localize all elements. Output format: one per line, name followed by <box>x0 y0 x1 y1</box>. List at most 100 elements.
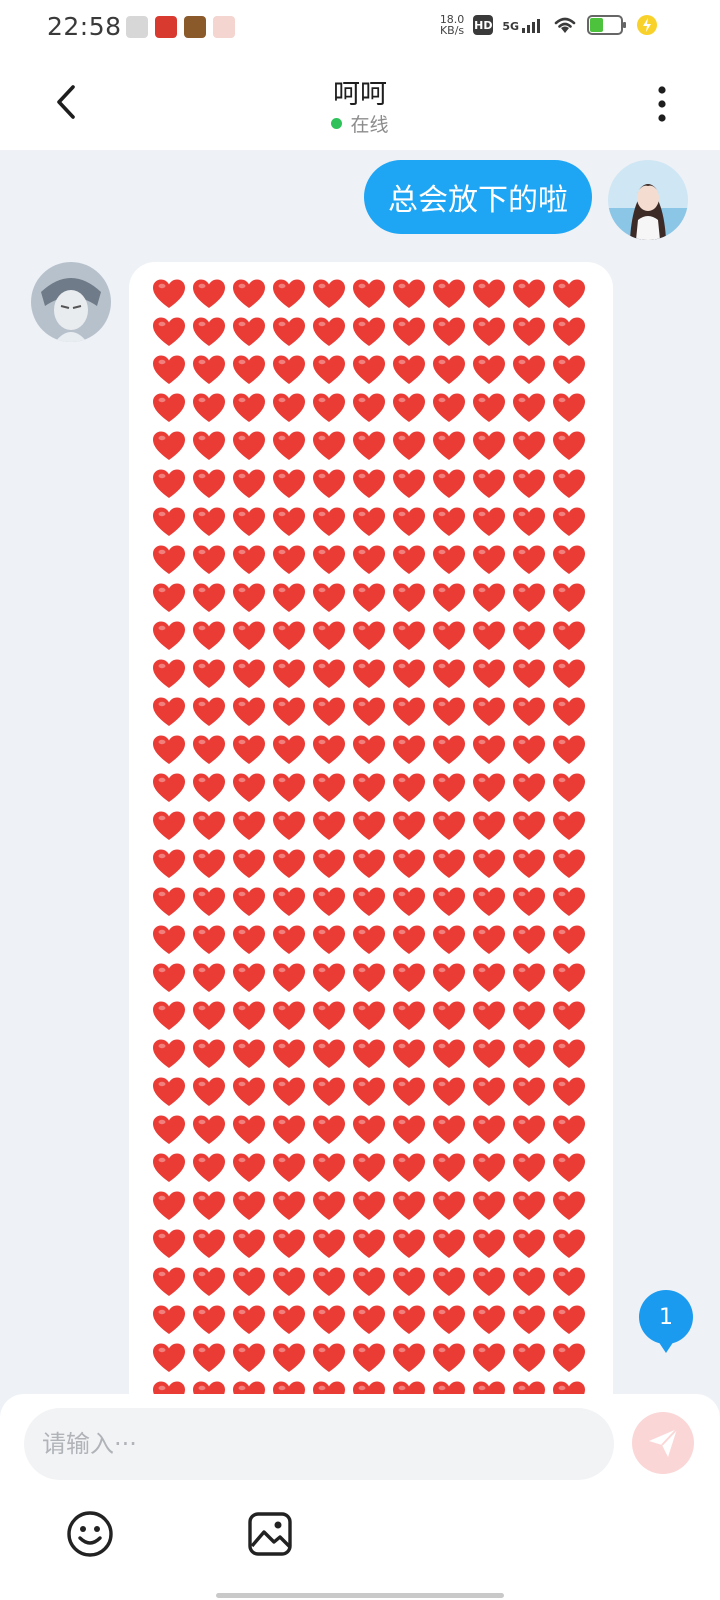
heart-emoji <box>149 427 189 465</box>
heart-emoji <box>269 1301 309 1339</box>
heart-emoji <box>269 1149 309 1187</box>
heart-emoji <box>309 351 349 389</box>
document-app-icon <box>126 16 148 38</box>
heart-emoji <box>309 1377 349 1394</box>
home-indicator[interactable] <box>216 1593 504 1598</box>
heart-emoji <box>429 693 469 731</box>
heart-emoji <box>229 1301 269 1339</box>
heart-emoji <box>309 1225 349 1263</box>
heart-emoji <box>509 579 549 617</box>
heart-emoji <box>309 1301 349 1339</box>
heart-emoji <box>389 959 429 997</box>
heart-emoji <box>149 997 189 1035</box>
heart-emoji <box>469 617 509 655</box>
heart-emoji <box>269 427 309 465</box>
heart-emoji <box>549 313 589 351</box>
my-avatar[interactable] <box>608 160 688 240</box>
heart-emoji <box>549 769 589 807</box>
heart-emoji <box>429 1339 469 1377</box>
contact-avatar[interactable] <box>31 262 111 342</box>
heart-emoji <box>269 845 309 883</box>
message-list[interactable]: 总会放下的啦 1 <box>0 150 720 1394</box>
heart-emoji <box>549 1111 589 1149</box>
heart-emoji <box>429 313 469 351</box>
heart-emoji <box>189 465 229 503</box>
heart-emoji <box>349 1035 389 1073</box>
heart-emoji <box>269 693 309 731</box>
heart-emoji <box>469 1187 509 1225</box>
heart-emoji <box>509 883 549 921</box>
heart-emoji <box>149 731 189 769</box>
heart-emoji <box>269 275 309 313</box>
heart-emoji <box>509 693 549 731</box>
heart-emoji <box>429 731 469 769</box>
heart-emoji <box>429 1073 469 1111</box>
heart-emoji <box>469 1263 509 1301</box>
heart-emoji <box>229 807 269 845</box>
heart-emoji <box>469 427 509 465</box>
heart-emoji <box>469 921 509 959</box>
heart-emoji <box>349 579 389 617</box>
heart-emoji <box>149 1187 189 1225</box>
heart-emoji <box>189 731 229 769</box>
heart-emoji <box>309 959 349 997</box>
heart-emoji <box>309 465 349 503</box>
heart-emoji <box>389 1339 429 1377</box>
heart-emoji <box>189 351 229 389</box>
heart-emoji <box>509 541 549 579</box>
heart-emoji <box>429 807 469 845</box>
heart-emoji <box>429 1035 469 1073</box>
heart-emoji <box>429 427 469 465</box>
heart-emoji <box>269 503 309 541</box>
heart-emoji <box>349 275 389 313</box>
heart-emoji <box>309 1111 349 1149</box>
heart-emoji <box>389 541 429 579</box>
incoming-message-bubble[interactable] <box>129 262 613 1394</box>
more-options-button[interactable] <box>644 82 680 126</box>
unread-badge[interactable]: 1 <box>638 1290 694 1353</box>
send-button[interactable] <box>632 1412 694 1474</box>
heart-emoji <box>349 503 389 541</box>
image-picker-button[interactable] <box>246 1510 294 1558</box>
heart-emoji <box>509 997 549 1035</box>
heart-emoji <box>149 693 189 731</box>
heart-emoji <box>549 807 589 845</box>
heart-emoji <box>429 351 469 389</box>
heart-emoji <box>229 1187 269 1225</box>
heart-emoji <box>469 1035 509 1073</box>
message-input[interactable] <box>24 1408 614 1480</box>
system-indicators: 18.0 KB/s HD 5G <box>440 14 658 36</box>
heart-emoji <box>509 313 549 351</box>
heart-emoji <box>189 997 229 1035</box>
heart-emoji <box>349 1225 389 1263</box>
heart-emoji <box>229 921 269 959</box>
outgoing-message-bubble[interactable]: 总会放下的啦 <box>364 160 592 234</box>
heart-emoji <box>309 807 349 845</box>
heart-emoji <box>429 921 469 959</box>
emoji-button[interactable] <box>66 1510 114 1558</box>
chat-header: 呵呵 在线 <box>0 56 720 150</box>
battery-icon <box>587 15 626 35</box>
heart-emoji <box>149 1301 189 1339</box>
heart-emoji <box>549 997 589 1035</box>
heart-emoji <box>469 693 509 731</box>
heart-emoji <box>469 1073 509 1111</box>
heart-emoji <box>149 921 189 959</box>
heart-emoji <box>549 503 589 541</box>
heart-emoji <box>269 883 309 921</box>
heart-emoji <box>149 465 189 503</box>
heart-emoji <box>349 1149 389 1187</box>
heart-emoji <box>229 617 269 655</box>
contact-name: 呵呵 <box>333 79 387 110</box>
heart-emoji <box>189 313 229 351</box>
heart-emoji <box>149 579 189 617</box>
heart-emoji <box>349 1339 389 1377</box>
heart-emoji <box>149 1263 189 1301</box>
heart-emoji <box>189 693 229 731</box>
heart-emoji <box>229 275 269 313</box>
heart-emoji <box>509 389 549 427</box>
network-type-label: 5G <box>502 20 519 33</box>
heart-emoji <box>389 921 429 959</box>
heart-emoji <box>309 275 349 313</box>
heart-emoji <box>149 1035 189 1073</box>
